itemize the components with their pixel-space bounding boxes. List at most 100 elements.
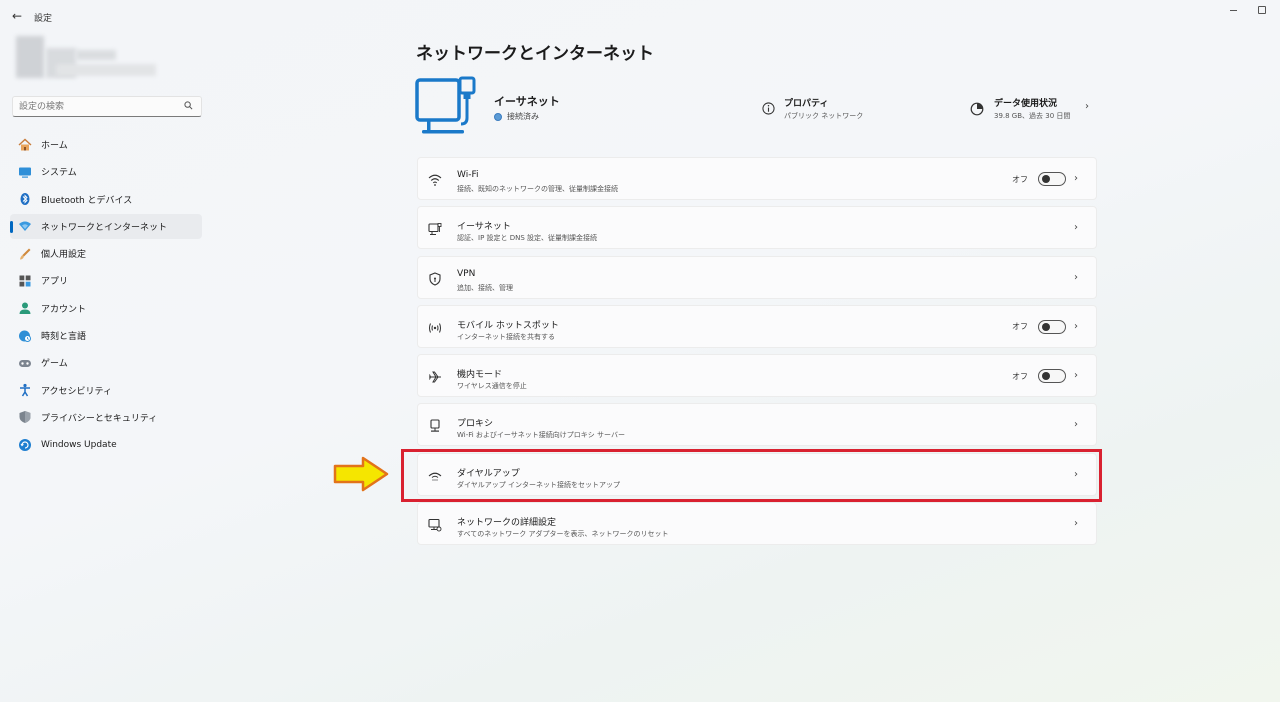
card-wifi[interactable]: Wi-Fi 接続、既知のネットワークの管理、従量制課金接続 オフ › <box>417 157 1097 200</box>
card-title: 機内モード <box>457 370 503 381</box>
wifi-toggle-group: オフ <box>1012 172 1066 186</box>
sidebar-item-label: アプリ <box>41 277 69 288</box>
sidebar-item-network[interactable]: ネットワークとインターネット <box>10 213 202 239</box>
bluetooth-icon <box>18 192 32 206</box>
connection-status: 接続済み <box>494 111 539 122</box>
sidebar-item-bluetooth[interactable]: Bluetooth とデバイス <box>10 187 202 212</box>
properties-subtitle: パブリック ネットワーク <box>784 112 864 120</box>
data-usage-subtitle: 39.8 GB、過去 30 日間 <box>994 112 1071 120</box>
data-usage-icon <box>970 102 984 116</box>
sidebar-item-personalization[interactable]: 個人用設定 <box>10 241 202 266</box>
card-title: モバイル ホットスポット <box>457 320 559 331</box>
back-arrow-icon[interactable]: ← <box>10 9 24 23</box>
card-title: Wi-Fi <box>457 170 479 180</box>
update-icon <box>18 438 32 452</box>
page-title: ネットワークとインターネット <box>416 44 654 64</box>
hotspot-toggle-group: オフ <box>1012 319 1066 334</box>
chevron-right-icon: › <box>1074 173 1078 184</box>
sidebar-item-label: Windows Update <box>41 439 117 450</box>
sidebar-item-system[interactable]: システム <box>10 159 202 184</box>
sidebar-item-accounts[interactable]: アカウント <box>10 296 202 321</box>
toggle-state-label: オフ <box>1012 174 1028 184</box>
airplane-toggle-group: オフ <box>1012 369 1066 384</box>
sidebar-item-gaming[interactable]: ゲーム <box>10 350 202 375</box>
chevron-right-icon: › <box>1074 518 1078 530</box>
brush-icon <box>18 247 32 261</box>
settings-search-box[interactable] <box>12 96 202 117</box>
account-icon <box>18 301 32 315</box>
card-title: イーサネット <box>457 222 511 233</box>
card-mobile-hotspot[interactable]: モバイル ホットスポット インターネット接続を共有する オフ › <box>417 304 1097 348</box>
connected-globe-icon <box>494 112 502 121</box>
sidebar-item-home[interactable]: ホーム <box>10 132 202 157</box>
sidebar-item-label: ホーム <box>41 141 68 151</box>
connection-summary: イーサネット 接続済み プロパティ パブリック ネットワーク データ使用状況 3… <box>414 72 1098 142</box>
data-usage-title: データ使用状況 <box>994 99 1058 109</box>
card-title: プロキシ <box>457 419 494 430</box>
sidebar-item-label: 個人用設定 <box>41 250 87 261</box>
card-description: 認証、IP 設定と DNS 設定、従量制課金接続 <box>457 234 598 243</box>
chevron-right-icon: › <box>1074 222 1078 234</box>
maximize-button[interactable] <box>1257 5 1267 15</box>
sidebar-item-label: Bluetooth とデバイス <box>41 195 133 206</box>
toggle-state-label: オフ <box>1012 371 1028 381</box>
chevron-right-icon: › <box>1074 370 1078 382</box>
apps-icon <box>18 274 32 288</box>
card-title: ネットワークの詳細設定 <box>457 518 557 529</box>
toggle-state-label: オフ <box>1012 322 1028 332</box>
title-bar: ← 設定 <box>0 0 1280 32</box>
card-advanced-network[interactable]: ネットワークの詳細設定 すべてのネットワーク アダプターを表示、ネットワークのリ… <box>417 502 1097 546</box>
sidebar-item-accessibility[interactable]: アクセシビリティ <box>10 378 202 403</box>
hotspot-toggle[interactable] <box>1038 319 1066 334</box>
sidebar-item-label: ネットワークとインターネット <box>41 222 168 233</box>
airplane-mode-toggle[interactable] <box>1038 369 1066 384</box>
card-vpn[interactable]: VPN 追加、接続、管理 › <box>417 255 1097 299</box>
sidebar-item-label: システム <box>41 168 77 179</box>
card-description: 接続、既知のネットワークの管理、従量制課金接続 <box>457 185 618 193</box>
search-input[interactable] <box>19 100 179 114</box>
info-icon <box>762 102 775 115</box>
card-airplane-mode[interactable]: 機内モード ワイヤレス通信を停止 オフ › <box>417 354 1097 398</box>
sidebar-item-label: アカウント <box>41 304 87 315</box>
sidebar-item-label: ゲーム <box>41 359 68 370</box>
pointer-arrow-icon <box>333 456 389 492</box>
chevron-right-icon: › <box>1074 419 1078 431</box>
proxy-icon <box>428 419 442 433</box>
minimize-button[interactable] <box>1229 5 1239 15</box>
connection-status-text: 接続済み <box>507 112 539 121</box>
chevron-right-icon: › <box>1074 271 1078 283</box>
connection-name: イーサネット <box>494 95 560 108</box>
app-title: 設定 <box>34 14 53 24</box>
network-icon <box>18 219 32 233</box>
home-icon <box>18 138 32 152</box>
system-icon <box>18 165 32 179</box>
shield-icon <box>18 410 32 424</box>
card-description: すべてのネットワーク アダプターを表示、ネットワークのリセット <box>457 530 669 539</box>
sidebar-item-windows-update[interactable]: Windows Update <box>10 432 202 457</box>
ethernet-icon <box>428 222 442 236</box>
sidebar-item-label: アクセシビリティ <box>41 386 113 397</box>
chevron-right-icon: › <box>1074 320 1078 332</box>
sidebar-item-privacy-security[interactable]: プライバシーとセキュリティ <box>10 405 202 430</box>
advanced-network-icon <box>428 518 442 532</box>
card-title: VPN <box>457 268 476 279</box>
highlight-box <box>401 449 1102 502</box>
card-proxy[interactable]: プロキシ Wi-Fi およびイーサネット接続向けプロキシ サーバー › <box>417 403 1097 447</box>
wifi-toggle[interactable] <box>1038 172 1066 186</box>
card-ethernet[interactable]: イーサネット 認証、IP 設定と DNS 設定、従量制課金接続 › <box>417 206 1097 250</box>
properties-title: プロパティ <box>784 99 829 109</box>
card-description: Wi-Fi およびイーサネット接続向けプロキシ サーバー <box>457 431 625 440</box>
card-description: インターネット接続を共有する <box>457 332 555 341</box>
game-icon <box>18 356 32 370</box>
data-usage-link[interactable]: データ使用状況 39.8 GB、過去 30 日間 › <box>970 95 1098 125</box>
user-profile-blurred <box>16 34 176 82</box>
accessibility-icon <box>18 383 32 397</box>
card-description: ワイヤレス通信を停止 <box>457 382 527 391</box>
airplane-icon <box>428 370 442 384</box>
ethernet-monitor-icon <box>415 76 476 134</box>
sidebar-item-apps[interactable]: アプリ <box>10 268 202 293</box>
search-icon[interactable] <box>184 101 193 110</box>
sidebar-item-time-language[interactable]: 時刻と言語 <box>10 323 202 348</box>
card-description: 追加、接続、管理 <box>457 283 513 292</box>
wifi-icon <box>428 173 442 187</box>
